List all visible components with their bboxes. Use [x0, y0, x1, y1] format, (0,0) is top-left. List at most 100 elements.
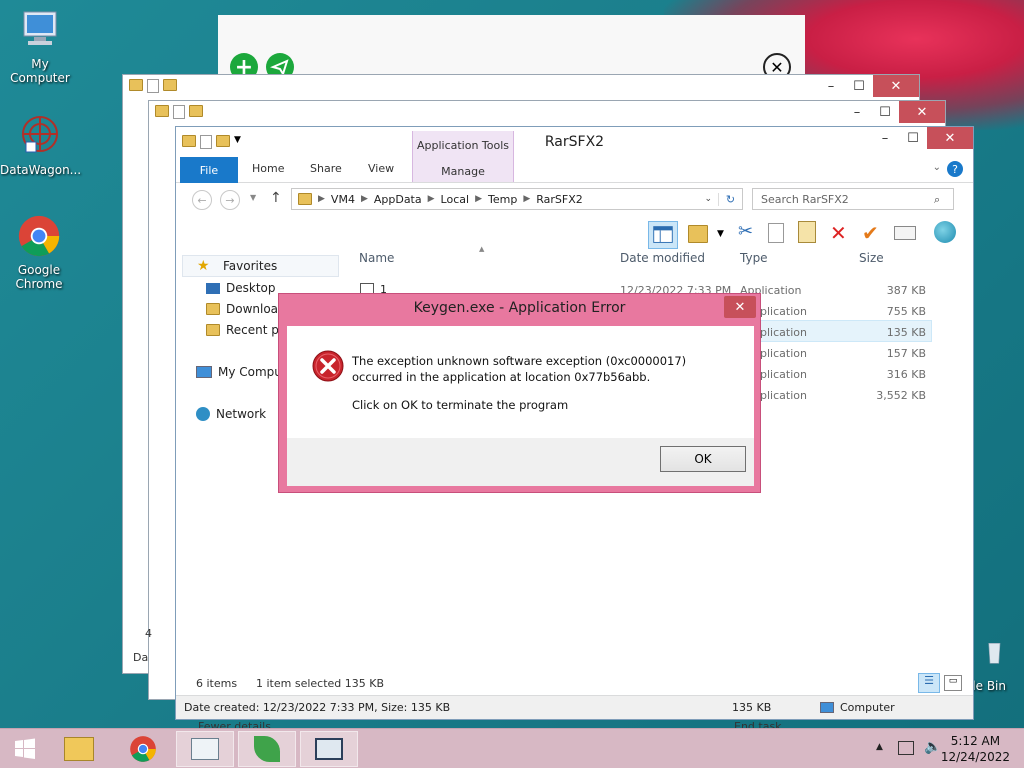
status-item-count: 6 items	[196, 677, 238, 690]
close-button[interactable]: ✕	[899, 101, 945, 123]
details-size: 135 KB	[732, 701, 772, 714]
desktop-icon-datawagon[interactable]: DataWagon...	[0, 114, 81, 177]
rename-icon[interactable]	[894, 221, 918, 245]
maximize-button[interactable]: ☐	[899, 127, 927, 149]
search-input[interactable]: Search RarSFX2	[752, 188, 954, 210]
taskbar-chrome[interactable]	[114, 731, 172, 767]
help-icon[interactable]: ?	[947, 161, 963, 177]
leaf-icon	[254, 736, 280, 762]
nav-my-computer[interactable]: My Compu	[196, 365, 282, 379]
nav-label: My Compu	[218, 365, 282, 379]
file-size: 3,552 KB	[876, 389, 926, 402]
file-type: plication	[760, 389, 807, 402]
sort-indicator-icon: ▲	[479, 245, 485, 253]
desktop-icon-google-chrome[interactable]: Google Chrome	[0, 214, 78, 291]
close-button[interactable]: ✕	[927, 127, 973, 149]
column-header-size[interactable]: Size	[859, 251, 884, 265]
computer-icon	[820, 702, 834, 713]
maximize-button[interactable]: ☐	[845, 75, 873, 97]
expand-ribbon-icon[interactable]: ⌄	[933, 162, 941, 173]
preview-pane-icon[interactable]	[648, 221, 678, 249]
file-size: 157 KB	[886, 347, 926, 360]
maximize-button[interactable]: ☐	[871, 101, 899, 123]
close-button[interactable]: ✕	[873, 75, 919, 97]
taskbar-task-manager[interactable]	[176, 731, 234, 767]
up-button[interactable]: ↑	[270, 190, 282, 206]
details-view-button[interactable]: ☰	[918, 673, 940, 693]
address-dropdown-icon[interactable]: ⌄	[704, 194, 712, 204]
breadcrumb-local[interactable]: Local	[441, 193, 470, 206]
details-location: Computer	[840, 701, 895, 714]
address-row: ← → ▼ ↑ ▶ VM4 ▶ AppData ▶ Local ▶ Temp ▶…	[176, 185, 973, 215]
star-icon: ★	[197, 258, 210, 274]
delete-icon[interactable]: ✕	[830, 221, 854, 245]
globe-icon[interactable]	[934, 221, 958, 245]
breadcrumb-temp[interactable]: Temp	[488, 193, 517, 206]
application-error-dialog[interactable]: Keygen.exe - Application Error ✕ The exc…	[278, 293, 761, 493]
address-bar[interactable]: ▶ VM4 ▶ AppData ▶ Local ▶ Temp ▶ RarSFX2…	[291, 188, 743, 210]
breadcrumb-vm4[interactable]: VM4	[331, 193, 355, 206]
tab-file[interactable]: File	[180, 157, 238, 183]
quick-access-toolbar	[155, 105, 203, 119]
chevron-right-icon: ▶	[427, 194, 435, 204]
tab-share[interactable]: Share	[310, 162, 342, 175]
checkmark-icon[interactable]: ✔	[862, 221, 886, 245]
window-title: RarSFX2	[544, 134, 605, 150]
error-icon	[312, 350, 344, 382]
nav-favorites[interactable]: ★ Favorites	[182, 255, 339, 277]
desktop-icon-my-computer[interactable]: My Computer	[0, 8, 80, 85]
nav-recent-places[interactable]: Recent p	[206, 323, 279, 337]
clock[interactable]: 5:12 AM 12/24/2022	[941, 733, 1010, 765]
dialog-title: Keygen.exe - Application Error	[413, 300, 626, 316]
copy-icon[interactable]	[768, 221, 792, 245]
large-icons-view-button[interactable]: ▭	[944, 675, 962, 691]
file-type: plication	[760, 347, 807, 360]
nav-label: Downloa	[226, 302, 279, 316]
windows-logo-icon	[15, 738, 35, 759]
start-button[interactable]	[0, 731, 50, 767]
taskbar-leaf-app[interactable]	[238, 731, 296, 767]
toolbar: ▼ ✂ ✕ ✔	[176, 217, 973, 249]
folder-view-icon[interactable]	[688, 221, 712, 245]
minimize-button[interactable]: –	[817, 75, 845, 97]
nav-downloads[interactable]: Downloa	[206, 302, 278, 316]
breadcrumb-appdata[interactable]: AppData	[374, 193, 422, 206]
show-hidden-icons[interactable]: ▲	[876, 742, 883, 752]
window-controls: – ☐ ✕	[843, 101, 945, 123]
ok-button[interactable]: OK	[660, 446, 746, 472]
contextual-tab-label: Application Tools	[416, 139, 510, 152]
breadcrumb-rarsfx2[interactable]: RarSFX2	[536, 193, 583, 206]
nav-desktop[interactable]: Desktop	[206, 281, 276, 295]
taskbar-window-app[interactable]	[300, 731, 358, 767]
recent-places-icon	[206, 324, 220, 336]
quick-access-toolbar	[129, 79, 177, 93]
tab-view[interactable]: View	[368, 162, 394, 175]
taskbar-file-explorer[interactable]	[50, 731, 108, 767]
tab-home[interactable]: Home	[252, 162, 284, 175]
back-button[interactable]: ←	[192, 190, 212, 210]
minimize-button[interactable]: –	[843, 101, 871, 123]
dialog-close-button[interactable]: ✕	[724, 296, 756, 318]
column-header-name[interactable]: Name	[359, 251, 394, 265]
paste-icon[interactable]	[798, 221, 822, 245]
volume-icon[interactable]: 🔈	[924, 739, 941, 755]
title-bar[interactable]: ▼ RarSFX2 – ☐ ✕	[176, 127, 973, 157]
refresh-icon[interactable]: ↻	[718, 192, 742, 206]
task-manager-icon	[191, 738, 219, 760]
column-header-date-modified[interactable]: Date modified	[620, 251, 705, 265]
error-message: The exception unknown software exception…	[352, 354, 687, 384]
minimize-button[interactable]: –	[871, 127, 899, 149]
network-icon	[196, 407, 210, 421]
forward-button[interactable]: →	[220, 190, 240, 210]
file-type: plication	[760, 368, 807, 381]
recent-locations-icon[interactable]: ▼	[250, 193, 256, 202]
computer-icon	[196, 366, 212, 378]
network-tray-icon[interactable]	[898, 741, 914, 755]
taskbar: ▲ 🔈 5:12 AM 12/24/2022	[0, 728, 1024, 768]
folder-icon	[64, 737, 94, 761]
cut-icon[interactable]: ✂	[738, 221, 762, 245]
dialog-body: The exception unknown software exception…	[287, 326, 754, 438]
nav-network[interactable]: Network	[196, 407, 266, 421]
column-header-type[interactable]: Type	[740, 251, 768, 265]
window-app-icon	[315, 738, 343, 760]
